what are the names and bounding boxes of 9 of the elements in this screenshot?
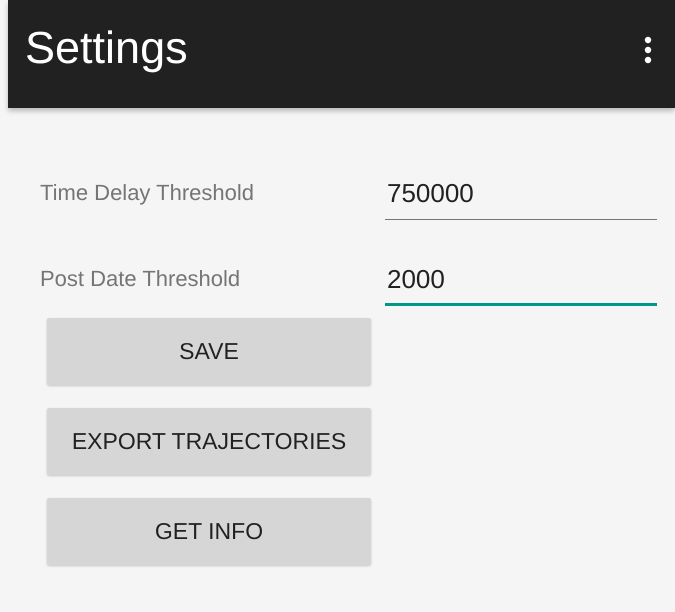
overflow-menu-icon[interactable] bbox=[643, 36, 653, 64]
action-button[interactable]: GET INFO bbox=[47, 498, 371, 565]
action-button[interactable]: SAVE bbox=[47, 318, 371, 385]
field-label: Time Delay Threshold bbox=[40, 180, 255, 207]
action-button[interactable]: EXPORT TRAJECTORIES bbox=[47, 408, 371, 475]
field-label: Post Date Threshold bbox=[40, 266, 242, 293]
input-field[interactable]: 750000 bbox=[385, 178, 657, 220]
app-title: Settings bbox=[25, 22, 188, 74]
input-field[interactable]: 2000 bbox=[385, 264, 657, 306]
